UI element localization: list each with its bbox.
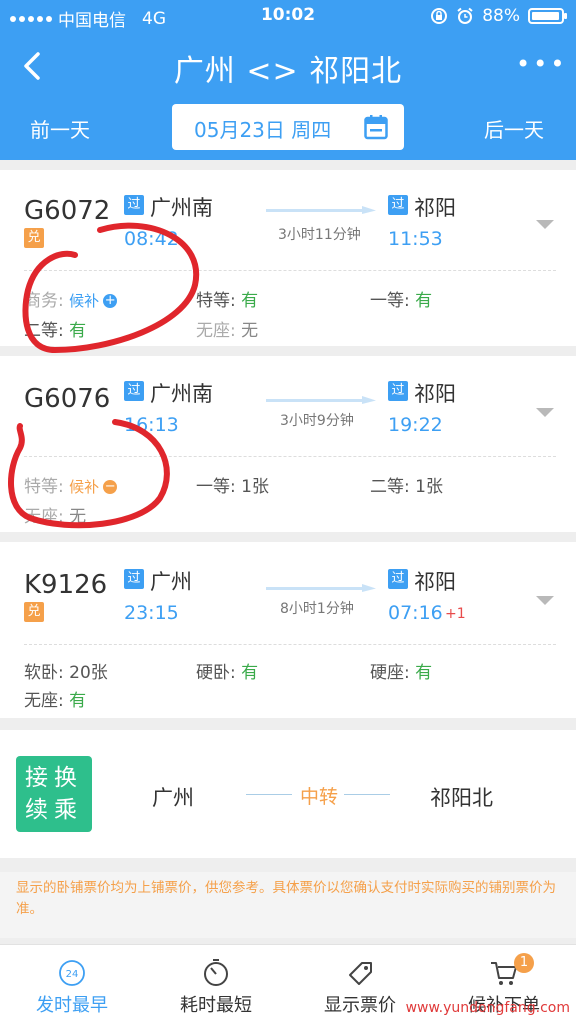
pass-badge: 过 — [388, 195, 408, 215]
divider — [24, 456, 556, 457]
selected-date: 05月23日 周四 — [194, 118, 332, 142]
arrival-station: 祁阳 — [414, 570, 456, 594]
date-selector[interactable]: 05月23日 周四 — [172, 104, 404, 150]
sort-shortest-tab[interactable]: 耗时最短 — [144, 945, 288, 1024]
seat-soft-sleeper: 软卧: 20张 — [24, 663, 108, 683]
travel-duration: 3小时9分钟 — [280, 413, 354, 429]
transfer-destination: 祁阳北 — [430, 786, 493, 810]
departure-time: 23:15 — [124, 602, 179, 624]
alarm-icon — [457, 7, 473, 24]
route-arrow-icon — [266, 206, 376, 214]
remove-waitlist-icon[interactable]: − — [103, 480, 118, 494]
seat-first-class: 一等: 1张 — [196, 477, 269, 497]
seat-hard-seat: 硬座: 有 — [370, 663, 433, 683]
pass-badge: 过 — [124, 381, 144, 401]
departure-station: 广州 — [150, 570, 192, 594]
arrival-station: 祁阳 — [414, 196, 456, 220]
route-arrow-icon — [266, 396, 376, 404]
exchange-badge: 兑 — [24, 228, 44, 248]
arrival-time: 19:22 — [388, 414, 443, 436]
seat-no-seat: 无座: 有 — [24, 691, 87, 711]
seat-no-seat: 无座: 无 — [196, 321, 259, 341]
transfer-card[interactable]: 接换 续乘 广州 中转 祁阳北 — [0, 730, 576, 858]
departure-station: 广州南 — [150, 196, 213, 220]
pass-badge: 过 — [388, 569, 408, 589]
page-title: 广州 <> 祁阳北 — [173, 54, 403, 89]
exchange-badge: 兑 — [24, 602, 44, 622]
transfer-badge: 接换 续乘 — [16, 756, 92, 832]
expand-chevron-icon[interactable] — [536, 596, 554, 605]
clock-24-icon: 24 — [59, 960, 85, 986]
route-arrow-icon — [266, 584, 376, 592]
train-card[interactable]: G6076 过 广州南 16:13 3小时9分钟 过 祁阳 19:22 特等: … — [0, 356, 576, 532]
departure-time: 08:42 — [124, 228, 179, 250]
price-notice: 显示的卧铺票价均为上铺票价，供您参考。具体票价以您确认支付时实际购买的铺别票价为… — [0, 872, 576, 938]
arrival-time: 11:53 — [388, 228, 443, 250]
pass-badge: 过 — [124, 195, 144, 215]
expand-chevron-icon[interactable] — [536, 408, 554, 417]
transfer-line — [344, 794, 390, 795]
seat-second-class: 二等: 1张 — [370, 477, 443, 497]
transfer-origin: 广州 — [152, 786, 194, 810]
arrival-time: 07:16 — [388, 602, 443, 624]
seat-first-class: 一等: 有 — [370, 291, 433, 311]
train-card[interactable]: G6072 兑 过 广州南 08:42 3小时11分钟 过 祁阳 11:53 商… — [0, 170, 576, 346]
header: 中国电信 4G 10:02 88% 广州 <> 祁阳北 ••• 前一天 05月2… — [0, 0, 576, 160]
prev-day-button[interactable]: 前一天 — [30, 114, 90, 143]
date-bar: 前一天 05月23日 周四 后一天 — [0, 100, 576, 152]
expand-chevron-icon[interactable] — [536, 220, 554, 229]
stopwatch-icon — [204, 959, 228, 986]
more-icon[interactable]: ••• — [516, 50, 564, 80]
departure-time: 16:13 — [124, 414, 179, 436]
rotation-lock-icon — [431, 8, 448, 24]
departure-station: 广州南 — [150, 382, 213, 406]
seat-hard-sleeper: 硬卧: 有 — [196, 663, 259, 683]
battery-icon — [528, 8, 567, 24]
transfer-label: 中转 — [300, 786, 339, 808]
calendar-icon — [364, 115, 388, 140]
next-day-button[interactable]: 后一天 — [484, 114, 544, 143]
train-card[interactable]: K9126 兑 过 广州 23:15 8小时1分钟 过 祁阳 07:16 +1 … — [0, 542, 576, 718]
transfer-line — [246, 794, 292, 795]
train-number: K9126 — [24, 570, 108, 600]
seat-business: 商务: 候补 + — [24, 291, 118, 311]
divider — [24, 644, 556, 645]
add-waitlist-icon[interactable]: + — [103, 294, 118, 308]
watermark: www.yundongfang.com — [405, 1000, 570, 1016]
seat-premium: 特等: 候补 − — [24, 477, 118, 497]
price-tag-icon — [349, 962, 372, 985]
nav-bar: 广州 <> 祁阳北 ••• — [0, 36, 576, 96]
status-bar: 中国电信 4G 10:02 88% — [0, 0, 576, 32]
seat-premium: 特等: 有 — [196, 291, 259, 311]
seat-no-seat: 无座: 无 — [24, 507, 87, 527]
arrival-station: 祁阳 — [414, 382, 456, 406]
pass-badge: 过 — [388, 381, 408, 401]
battery-percent: 88% — [482, 6, 520, 26]
waitlist-count-badge: 1 — [514, 953, 534, 973]
next-day-marker: +1 — [445, 606, 466, 622]
travel-duration: 3小时11分钟 — [278, 227, 361, 243]
sort-earliest-tab[interactable]: 24 发时最早 — [0, 945, 144, 1024]
divider — [24, 270, 556, 271]
travel-duration: 8小时1分钟 — [280, 601, 354, 617]
pass-badge: 过 — [124, 569, 144, 589]
svg-text:24: 24 — [66, 969, 79, 980]
train-number: G6072 — [24, 196, 111, 226]
seat-second-class: 二等: 有 — [24, 321, 87, 341]
train-number: G6076 — [24, 384, 111, 414]
